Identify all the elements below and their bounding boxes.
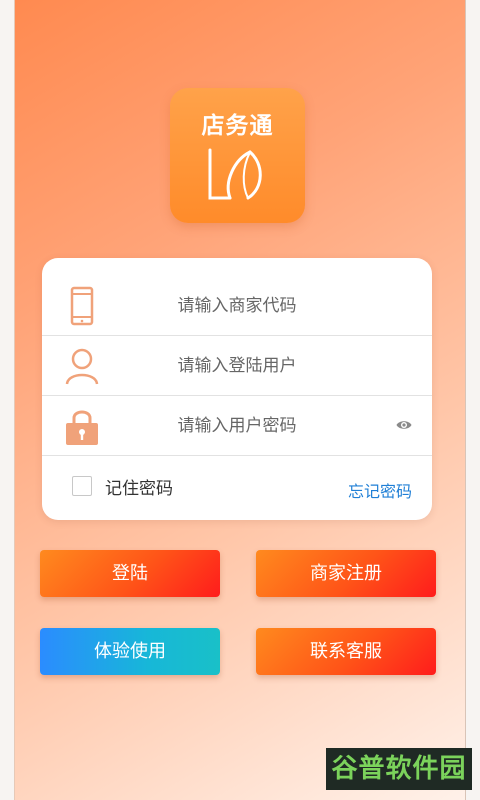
- login-button[interactable]: 登陆: [40, 550, 220, 597]
- username-field[interactable]: 请输入登陆用户: [42, 336, 432, 396]
- app-logo: 店务通: [170, 88, 305, 223]
- app-logo-mark-icon: [208, 148, 262, 200]
- remember-password-checkbox[interactable]: [72, 476, 92, 496]
- username-input[interactable]: 请输入登陆用户: [42, 336, 432, 396]
- merchant-code-field[interactable]: 请输入商家代码: [42, 276, 432, 336]
- remember-password-label: 记住密码: [105, 479, 173, 499]
- site-watermark: 谷普软件园: [326, 748, 472, 790]
- merchant-code-input[interactable]: 请输入商家代码: [42, 276, 432, 336]
- password-input[interactable]: 请输入用户密码: [42, 396, 432, 456]
- eye-icon[interactable]: [396, 418, 412, 432]
- login-card: 请输入商家代码 请输入登陆用户 请输入用户密码 记住密码 忘记密码: [42, 258, 432, 520]
- merchant-register-button[interactable]: 商家注册: [256, 550, 436, 597]
- contact-support-button[interactable]: 联系客服: [256, 628, 436, 675]
- forgot-password-link[interactable]: 忘记密码: [348, 478, 412, 502]
- app-logo-title: 店务通: [201, 113, 274, 139]
- password-field[interactable]: 请输入用户密码: [42, 396, 432, 456]
- trial-use-button[interactable]: 体验使用: [40, 628, 220, 675]
- site-watermark-text: 谷普软件园: [331, 754, 467, 784]
